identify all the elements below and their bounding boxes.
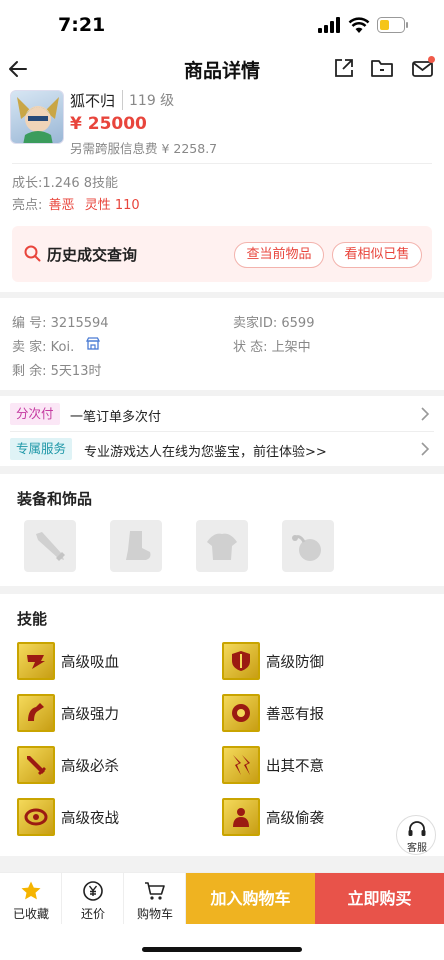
customer-service-label: 客服 xyxy=(407,843,427,854)
seller-label: 卖 家: xyxy=(12,340,47,355)
skill-label: 出其不意 xyxy=(266,759,324,775)
folder-icon[interactable] xyxy=(370,57,394,79)
equipment-title: 装备和饰品 xyxy=(17,490,93,508)
home-indicator[interactable] xyxy=(142,947,302,952)
service-tag: 专属服务 xyxy=(10,438,73,460)
serial-number: 编 号: 3215594 xyxy=(12,312,109,331)
skill-label: 善恶有报 xyxy=(266,707,324,723)
remaining-value: 5天13时 xyxy=(50,364,102,379)
yen-coin-icon xyxy=(83,881,103,901)
skill-critical-icon xyxy=(17,746,55,784)
bargain-label: 还价 xyxy=(80,907,105,921)
skill-label: 高级必杀 xyxy=(61,759,119,775)
skill-strength-icon xyxy=(17,694,55,732)
cross-server-fee: 另需跨服信息费 ¥ 2258.7 xyxy=(70,141,218,156)
pet-avatar xyxy=(10,90,64,144)
divider xyxy=(12,163,432,164)
cart-icon xyxy=(145,882,165,900)
installment-row[interactable]: 分次付 一笔订单多次付 xyxy=(0,396,444,431)
highlight-label: 亮点: xyxy=(12,198,43,213)
skills-section: 技能 高级吸血 高级防御 高级强力 善恶有报 高级必杀 出其不意 高级夜战 高级… xyxy=(0,594,444,856)
skill-label: 高级夜战 xyxy=(61,811,119,827)
chevron-right-icon xyxy=(421,442,430,456)
serial-value: 3215594 xyxy=(50,316,109,331)
payment-service-card: 分次付 一笔订单多次付 专属服务 专业游戏达人在线为您鉴宝，前往体验>> xyxy=(0,396,444,466)
weapon-icon xyxy=(36,532,65,561)
skill-night-combat-icon xyxy=(17,798,55,836)
cart-button[interactable]: 购物车 xyxy=(124,873,186,925)
equipment-slot-armor[interactable] xyxy=(196,520,248,572)
bargain-button[interactable]: 还价 xyxy=(62,873,124,925)
skill-lifesteal-icon xyxy=(17,642,55,680)
skills-title: 技能 xyxy=(17,610,48,628)
service-text: 专业游戏达人在线为您鉴宝，前往体验>> xyxy=(84,445,327,460)
wifi-icon xyxy=(348,17,370,33)
accessory-icon xyxy=(292,535,321,561)
status-value: 上架中 xyxy=(271,340,311,355)
view-similar-sold-button[interactable]: 看相似已售 xyxy=(332,242,422,268)
seller-value: Koi. xyxy=(50,340,75,355)
highlights: 亮点: 善恶 灵性 110 xyxy=(12,194,140,213)
add-to-cart-button[interactable]: 加入购物车 xyxy=(186,873,315,925)
bottom-action-bar: 已收藏 还价 购物车 加入购物车 立即购买 xyxy=(0,872,444,925)
signal-icon xyxy=(318,17,340,33)
status-time: 7:21 xyxy=(58,14,106,36)
notification-dot xyxy=(428,56,435,63)
chevron-right-icon xyxy=(421,407,430,421)
armor-icon xyxy=(207,533,237,560)
favorite-label: 已收藏 xyxy=(12,907,49,921)
listing-status: 状 态: 上架中 xyxy=(233,336,311,355)
item-level: 119 级 xyxy=(122,90,174,110)
growth-info: 成长:1.246 8技能 xyxy=(12,176,118,191)
favorite-button[interactable]: 已收藏 xyxy=(0,873,62,925)
history-query-box: 历史成交查询 查当前物品 看相似已售 xyxy=(12,226,432,282)
seller-name: 卖 家: Koi. xyxy=(12,336,74,355)
customer-service-button[interactable]: 客服 xyxy=(396,815,436,855)
skill-label: 高级防御 xyxy=(266,655,324,671)
item-summary-card: 狐不归 119 级 ¥ 25000 另需跨服信息费 ¥ 2258.7 成长:1.… xyxy=(0,90,444,292)
store-icon[interactable] xyxy=(86,337,100,350)
status-bar: 7:21 xyxy=(0,0,444,50)
skill-defense-icon xyxy=(222,642,260,680)
equipment-section: 装备和饰品 xyxy=(0,474,444,586)
cart-label: 购物车 xyxy=(136,907,173,921)
skill-karma-icon xyxy=(222,694,260,732)
installment-text: 一笔订单多次付 xyxy=(70,410,162,425)
headset-icon xyxy=(408,821,426,836)
skill-label: 高级强力 xyxy=(61,707,119,723)
share-icon[interactable] xyxy=(333,57,355,79)
skill-surprise-icon xyxy=(222,746,260,784)
home-indicator-area xyxy=(0,924,444,960)
check-current-item-button[interactable]: 查当前物品 xyxy=(234,242,324,268)
buy-now-button[interactable]: 立即购买 xyxy=(315,873,444,925)
nav-bar: 商品详情 xyxy=(0,50,444,90)
expert-service-row[interactable]: 专属服务 专业游戏达人在线为您鉴宝，前往体验>> xyxy=(0,432,444,466)
highlight-tag: 善恶 xyxy=(48,198,75,213)
item-name: 狐不归 xyxy=(70,92,116,110)
seller-id: 卖家ID: 6599 xyxy=(233,312,314,331)
installment-tag: 分次付 xyxy=(10,403,60,425)
remaining-label: 剩 余: xyxy=(12,364,47,379)
highlight-tag: 灵性 110 xyxy=(84,198,140,213)
skill-label: 高级偷袭 xyxy=(266,811,324,827)
seller-id-value: 6599 xyxy=(281,316,315,331)
skill-label: 高级吸血 xyxy=(61,655,119,671)
battery-icon xyxy=(377,17,408,33)
serial-label: 编 号: xyxy=(12,316,47,331)
skill-sneak-attack-icon xyxy=(222,798,260,836)
status-label: 状 态: xyxy=(233,340,268,355)
item-info-card: 编 号: 3215594 卖家ID: 6599 卖 家: Koi. 状 态: 上… xyxy=(0,298,444,390)
item-price: ¥ 25000 xyxy=(70,114,147,134)
star-icon xyxy=(21,881,41,900)
seller-id-label: 卖家ID: xyxy=(233,316,278,331)
search-icon xyxy=(24,245,41,262)
remaining-time: 剩 余: 5天13时 xyxy=(12,360,101,379)
equipment-slot-accessory[interactable] xyxy=(282,520,334,572)
equipment-slot-boots[interactable] xyxy=(110,520,162,572)
boots-icon xyxy=(126,531,151,560)
equipment-slot-weapon[interactable] xyxy=(24,520,76,572)
history-title: 历史成交查询 xyxy=(47,246,138,264)
